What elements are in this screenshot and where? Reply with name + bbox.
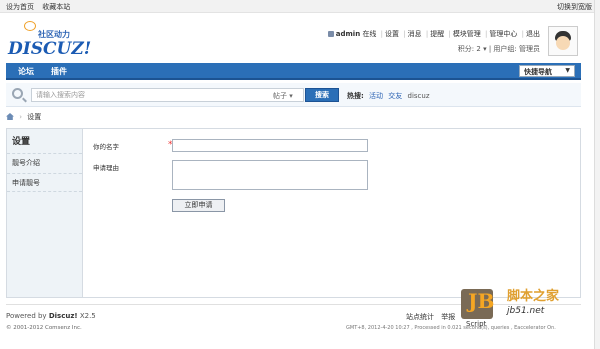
set-home-link[interactable]: 设为首页	[6, 3, 34, 11]
watermark-cn: 脚本之家	[507, 289, 560, 304]
points-link[interactable]: 积分: 2	[458, 45, 481, 53]
discuz-link[interactable]: Discuz!	[49, 312, 78, 320]
top-links: 设为首页 收藏本站	[6, 2, 76, 12]
avatar-face	[556, 36, 570, 50]
sidebar-item-intro[interactable]: 靓号介绍	[7, 153, 82, 172]
reason-label: 申请理由	[93, 164, 119, 172]
sidebar-item-apply[interactable]: 申请靓号	[7, 173, 82, 192]
name-field[interactable]	[172, 139, 368, 152]
watermark-logo: JB 脚本之家 jb51.net Script	[461, 285, 579, 330]
footer-links: 站点统计 举报	[406, 312, 460, 322]
sidebar-title: 设置	[12, 137, 31, 147]
user-group-link[interactable]: 用户组: 管理员	[493, 45, 540, 53]
quick-nav-label: 快捷导航	[524, 68, 552, 76]
vertical-scrollbar[interactable]	[594, 0, 600, 349]
home-icon[interactable]	[6, 113, 14, 120]
search-input[interactable]	[31, 88, 304, 102]
search-icon	[12, 88, 23, 99]
watermark-script: Script	[466, 320, 487, 328]
search-scope-select[interactable]: 帖子 ▾	[273, 91, 293, 101]
content-panel: 设置 靓号介绍 申请靓号 你的名字 * 申请理由 立即申请	[6, 128, 581, 298]
search-bar: 帖子 ▾ 搜索 热搜: 活动 交友 discuz	[6, 83, 581, 107]
name-label: 你的名字	[93, 143, 119, 151]
logo-word: DISCUZ!	[8, 39, 92, 59]
top-bar: 设为首页 收藏本站 切换到宽版	[0, 0, 600, 13]
nav-item-plugin[interactable]: 插件	[51, 66, 67, 77]
copyright: © 2001-2012 Comsenz Inc.	[6, 325, 82, 331]
user-icon	[327, 31, 334, 37]
logo-bubble-icon	[24, 21, 36, 31]
apply-form: 你的名字 * 申请理由 立即申请	[83, 129, 580, 297]
hot-item-discuz[interactable]: discuz	[408, 92, 430, 100]
hot-item-friends[interactable]: 交友	[388, 92, 402, 100]
switch-style-link[interactable]: 切换到宽版	[557, 2, 592, 12]
watermark-domain: jb51.net	[507, 306, 545, 316]
header: 社区动力 DISCUZ! admin 在线 | 设置 | 消息 | 提醒 | 模块管理 …	[0, 13, 600, 61]
site-logo[interactable]: 社区动力 DISCUZ!	[8, 19, 92, 59]
avatar[interactable]	[548, 26, 578, 56]
submit-button[interactable]: 立即申请	[172, 199, 225, 212]
breadcrumb-current: 设置	[27, 113, 42, 121]
site-stats-link[interactable]: 站点统计	[406, 313, 434, 321]
username-link[interactable]: admin	[336, 30, 360, 38]
user-nav: admin 在线 | 设置 | 消息 | 提醒 | 模块管理 | 管理中心 | 退出	[327, 29, 540, 39]
report-link[interactable]: 举报	[441, 313, 455, 321]
reason-field[interactable]	[172, 160, 368, 190]
sidebar: 设置 靓号介绍 申请靓号	[7, 129, 83, 297]
search-button[interactable]: 搜索	[305, 88, 339, 102]
hot-search: 热搜: 活动 交友 discuz	[347, 91, 430, 101]
nav-item-forum[interactable]: 论坛	[18, 66, 34, 77]
admin-center-link[interactable]: 管理中心	[489, 30, 517, 38]
logout-link[interactable]: 退出	[526, 30, 540, 38]
module-manage-link[interactable]: 模块管理	[453, 30, 481, 38]
notices-link[interactable]: 提醒	[430, 30, 444, 38]
hot-item-activity[interactable]: 活动	[369, 92, 383, 100]
online-status[interactable]: 在线	[362, 30, 376, 38]
quick-nav-button[interactable]: 快捷导航 ▼	[519, 65, 575, 77]
messages-link[interactable]: 消息	[408, 30, 422, 38]
user-info: 积分: 2 ▾ | 用户组: 管理员	[457, 45, 540, 53]
watermark-jb-icon: JB	[461, 289, 494, 319]
footer: Powered by Discuz! X2.5 © 2001-2012 Coms…	[6, 289, 581, 344]
hot-search-label: 热搜:	[347, 92, 364, 100]
settings-link[interactable]: 设置	[385, 30, 399, 38]
chevron-down-icon: ▼	[565, 67, 570, 74]
bookmark-link[interactable]: 收藏本站	[42, 3, 70, 11]
main-nav: 论坛 插件 快捷导航 ▼	[6, 63, 581, 80]
breadcrumb: › 设置	[6, 112, 41, 122]
powered-by: Powered by Discuz! X2.5	[6, 312, 96, 320]
